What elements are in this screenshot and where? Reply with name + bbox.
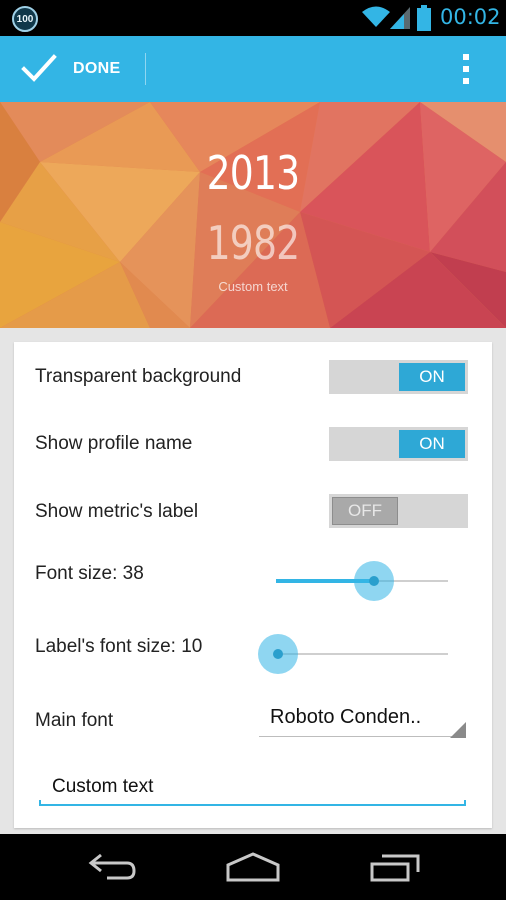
custom-text-value: Custom text — [52, 776, 154, 797]
dropdown-underline — [259, 736, 466, 737]
custom-text-input[interactable]: Custom text — [39, 770, 466, 808]
show-metric-label-toggle[interactable]: OFF — [329, 494, 468, 528]
slider-thumb[interactable] — [369, 576, 379, 586]
toggle-state: OFF — [332, 497, 398, 525]
recent-apps-button[interactable] — [360, 847, 430, 887]
show-metric-label-label: Show metric's label — [35, 501, 199, 522]
font-size-label: Font size: 38 — [35, 563, 144, 584]
battery-icon — [417, 5, 431, 31]
home-icon — [226, 852, 280, 882]
main-font-label: Main font — [35, 710, 114, 731]
done-button[interactable]: DONE — [0, 36, 146, 102]
show-profile-name-toggle[interactable]: ON — [329, 427, 468, 461]
toggle-state: ON — [399, 363, 465, 391]
toggle-state: ON — [399, 430, 465, 458]
back-button[interactable] — [77, 847, 147, 887]
action-bar-divider — [145, 53, 146, 85]
input-underline — [39, 804, 466, 806]
slider-track — [278, 653, 448, 655]
back-icon — [88, 853, 136, 880]
status-bar: 100 00:02 — [0, 0, 506, 36]
transparent-background-toggle[interactable]: ON — [329, 360, 468, 394]
font-size-slider[interactable] — [276, 559, 448, 603]
main-font-value: Roboto Conden.. — [270, 706, 422, 728]
label-font-size-slider[interactable] — [258, 632, 448, 676]
show-profile-name-label: Show profile name — [35, 433, 193, 454]
home-button[interactable] — [218, 847, 288, 887]
label-font-size-label: Label's font size: 10 — [35, 636, 203, 657]
widget-preview: 2013 1982 Custom text — [0, 102, 506, 328]
preview-metric: 1982 — [206, 216, 301, 270]
transparent-background-label: Transparent background — [35, 366, 242, 387]
signal-icon — [390, 7, 410, 29]
preview-year: 2013 — [206, 146, 301, 200]
overflow-menu-icon[interactable] — [455, 52, 477, 86]
wifi-icon — [362, 6, 390, 27]
preview-custom-text: Custom text — [218, 279, 288, 294]
dropdown-arrow-icon — [450, 722, 466, 738]
preview-background — [0, 102, 506, 328]
notification-badge: 100 — [12, 6, 38, 32]
slider-thumb[interactable] — [273, 649, 283, 659]
input-edge-left — [39, 800, 41, 806]
checkmark-icon — [21, 54, 57, 82]
done-label: DONE — [73, 60, 121, 77]
recent-apps-icon — [370, 854, 420, 882]
action-bar: DONE — [0, 36, 506, 102]
navigation-bar — [0, 834, 506, 900]
clock: 00:02 — [440, 5, 501, 29]
input-edge-right — [464, 800, 466, 806]
main-font-dropdown[interactable]: Roboto Conden.. — [259, 700, 466, 738]
